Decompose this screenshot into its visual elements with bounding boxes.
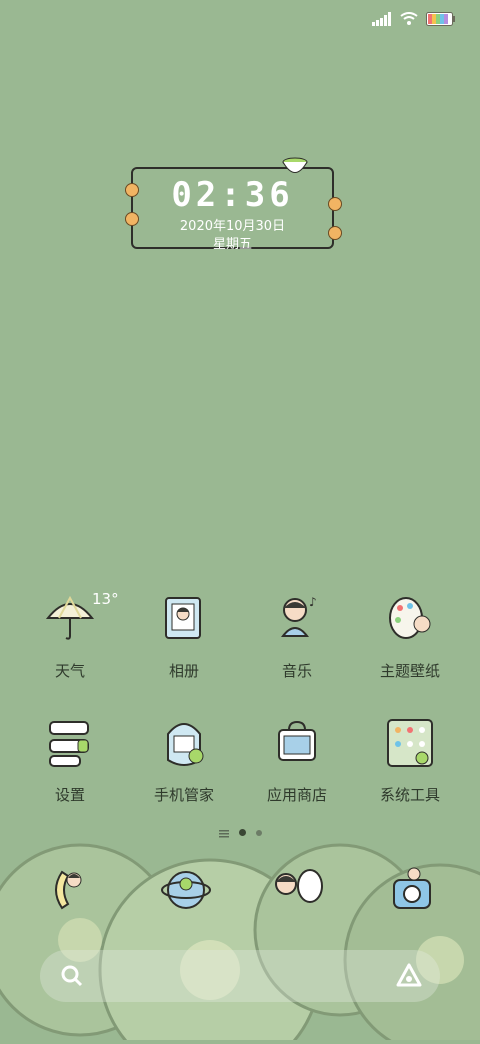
svg-text:♪: ♪ [309,595,317,609]
app-label: 相册 [168,662,199,680]
app-store-icon [269,716,325,772]
smiley-icon [125,183,139,197]
signal-icon [372,11,392,30]
assistant-icon[interactable] [396,963,422,993]
smiley-icon [328,226,342,240]
app-label: 设置 [54,786,85,804]
messages-icon [275,869,323,903]
status-bar [372,8,456,32]
app-label: 天气 [54,662,85,680]
smiley-icon [328,197,342,211]
dock-messages[interactable] [270,862,326,918]
app-label: 音乐 [281,662,312,680]
app-label: 主题壁纸 [379,662,440,680]
app-music[interactable]: ♪ 音乐 [241,592,353,681]
phone-manager-icon [156,716,212,772]
app-phone-manager[interactable]: 手机管家 [128,716,240,805]
app-store[interactable]: 应用商店 [241,716,353,805]
clock-widget[interactable]: 02:36 2020年10月30日 星期五 [131,167,334,252]
smiley-icon [125,212,139,226]
settings-icon [42,716,98,772]
app-label: 应用商店 [266,786,327,804]
clock-time: 02:36 [171,175,294,215]
app-themes[interactable]: 主题壁纸 [354,592,466,681]
browser-icon [161,871,211,909]
umbrella-icon [42,592,98,648]
camera-icon [393,867,431,909]
app-system-tools[interactable]: 系统工具 [354,716,466,805]
music-icon: ♪ [269,592,325,648]
app-label: 手机管家 [153,786,214,804]
temperature: 13° [92,590,119,608]
dock-phone[interactable] [44,862,100,918]
battery-icon [426,11,456,30]
wifi-icon [400,11,418,30]
palette-icon [382,592,438,648]
system-tools-icon [382,716,438,772]
search-icon[interactable] [60,964,84,992]
dock-browser[interactable] [158,862,214,918]
kiwi-wallpaper [0,820,480,1044]
app-label: 系统工具 [379,786,440,804]
app-settings[interactable]: 设置 [14,716,126,805]
clock-weekday: 星期五 [212,237,252,252]
search-bar[interactable] [40,950,440,1002]
kiwi-cup-icon [282,157,308,177]
phone-icon [55,870,82,910]
dock-camera[interactable] [384,862,440,918]
app-photo-album[interactable]: 相册 [128,592,240,681]
clock-date: 2020年10月30日 [179,219,286,234]
photo-album-icon [156,592,212,648]
